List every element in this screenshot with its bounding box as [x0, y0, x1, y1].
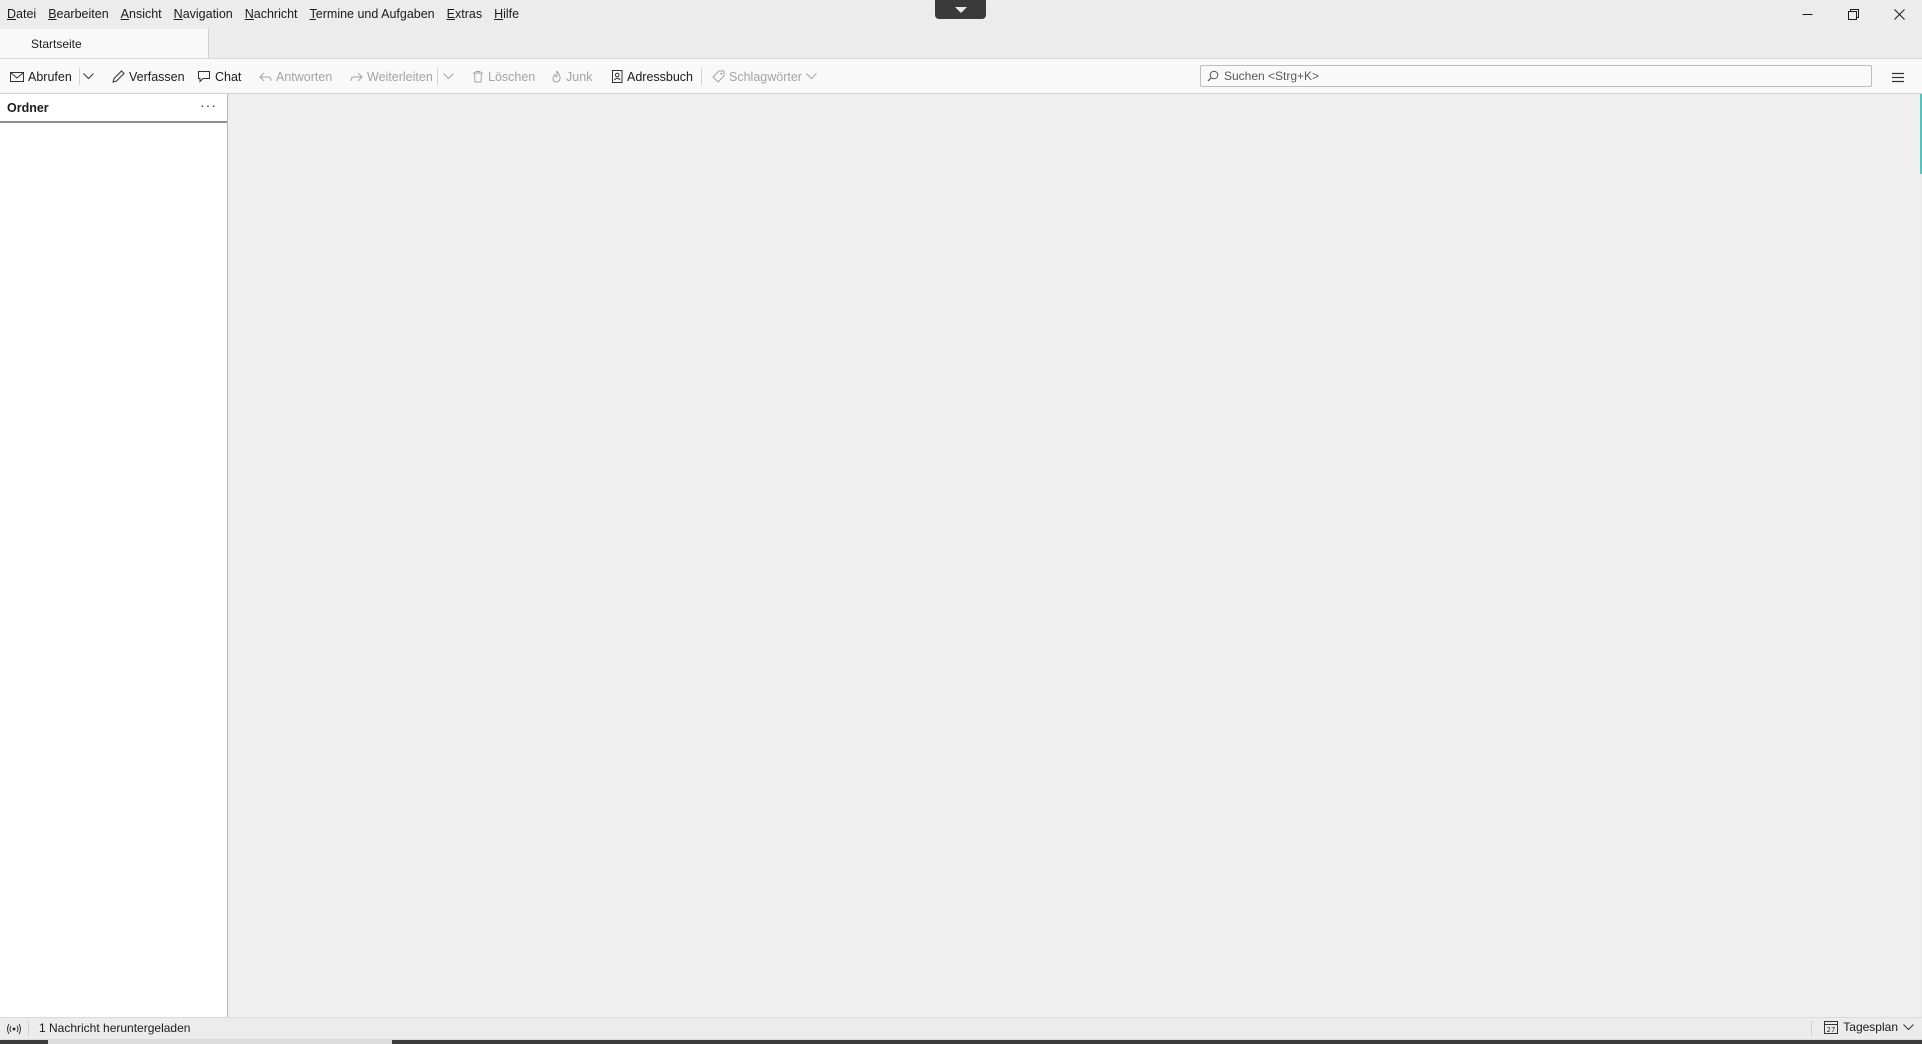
status-message: 1 Nachricht heruntergeladen: [39, 1021, 191, 1035]
minimize-icon: [1802, 9, 1813, 20]
today-pane-label: Tagesplan: [1843, 1020, 1898, 1034]
junk-button[interactable]: Junk: [551, 59, 592, 94]
taskbar-segment: [392, 1040, 1922, 1044]
forward-dropdown[interactable]: [443, 59, 454, 94]
toolbar-divider: [437, 68, 438, 85]
hamburger-menu-icon: [1891, 72, 1905, 83]
reply-icon: [259, 71, 272, 83]
toolbar-divider: [701, 68, 702, 85]
chat-button[interactable]: Chat: [197, 59, 241, 94]
search-box[interactable]: [1200, 65, 1872, 87]
status-divider: [1811, 1021, 1812, 1036]
calendar-icon: 27: [1824, 1020, 1839, 1034]
title-bar: Datei Bearbeiten Ansicht Navigation Nach…: [0, 0, 1922, 28]
tab-home-label: Startseite: [31, 36, 82, 51]
menu-tools[interactable]: Extras: [441, 0, 488, 28]
today-pane-toggle[interactable]: 27 Tagesplan: [1824, 1020, 1914, 1034]
folder-pane-options-button[interactable]: ···: [200, 98, 217, 116]
delete-label: Löschen: [488, 69, 536, 84]
chevron-down-icon: [806, 73, 817, 80]
get-messages-label: Abrufen: [28, 69, 72, 84]
chevron-down-icon: [83, 73, 94, 80]
tags-button[interactable]: Schlagwörter: [712, 59, 817, 94]
status-bar: 1 Nachricht heruntergeladen 27 Tagesplan: [0, 1017, 1922, 1039]
menu-file[interactable]: Datei: [1, 0, 42, 28]
tab-strip: Startseite: [0, 28, 1922, 58]
reply-button[interactable]: Antworten: [259, 59, 332, 94]
chat-bubble-icon: [197, 70, 211, 83]
search-input[interactable]: [1224, 69, 1844, 83]
chat-label: Chat: [215, 69, 242, 84]
junk-flame-icon: [551, 70, 562, 83]
pencil-icon: [112, 70, 125, 83]
menu-help[interactable]: Hilfe: [488, 0, 525, 28]
search-icon: [1207, 70, 1219, 82]
trash-icon: [472, 70, 484, 83]
online-status-icon[interactable]: [6, 1022, 22, 1036]
write-label: Verfassen: [129, 69, 185, 84]
status-divider: [28, 1021, 29, 1036]
menu-edit[interactable]: Bearbeiten: [42, 0, 114, 28]
menu-message[interactable]: Nachricht: [239, 0, 304, 28]
window-controls: [1784, 0, 1922, 28]
forward-label: Weiterleiten: [367, 69, 433, 84]
chevron-down-icon: [954, 6, 968, 14]
get-messages-dropdown[interactable]: [83, 59, 94, 94]
tag-icon: [712, 70, 725, 83]
restore-icon: [1847, 8, 1859, 20]
write-button[interactable]: Verfassen: [112, 59, 185, 94]
folder-pane-header: Ordner ···: [0, 94, 227, 123]
address-book-icon: [611, 70, 623, 83]
envelope-icon: [10, 71, 24, 83]
restore-button[interactable]: [1830, 0, 1876, 28]
close-icon: [1893, 8, 1905, 20]
forward-icon: [350, 71, 363, 83]
mail-toolbar: Abrufen Verfassen Chat Antworten Weiterl…: [0, 58, 1922, 94]
address-book-button[interactable]: Adressbuch: [611, 59, 693, 94]
forward-button[interactable]: Weiterleiten: [350, 59, 433, 94]
chevron-down-icon: [1903, 1023, 1914, 1031]
tags-label: Schlagwörter: [729, 69, 802, 84]
folder-pane-title: Ordner: [7, 100, 49, 115]
screen-overlay-handle[interactable]: [935, 0, 986, 19]
menu-view[interactable]: Ansicht: [115, 0, 168, 28]
get-messages-button[interactable]: Abrufen: [10, 59, 72, 94]
menu-navigation[interactable]: Navigation: [168, 0, 239, 28]
app-menu-button[interactable]: [1884, 66, 1912, 88]
chevron-down-icon: [443, 73, 454, 80]
folder-tree[interactable]: [0, 123, 227, 1016]
minimize-button[interactable]: [1784, 0, 1830, 28]
menu-events-tasks[interactable]: Termine und Aufgaben: [304, 0, 441, 28]
delete-button[interactable]: Löschen: [472, 59, 535, 94]
address-book-label: Adressbuch: [627, 69, 694, 84]
close-button[interactable]: [1876, 0, 1922, 28]
taskbar-segment: [0, 1040, 48, 1044]
svg-text:27: 27: [1827, 1026, 1836, 1034]
toolbar-divider: [79, 68, 80, 85]
junk-label: Junk: [566, 69, 593, 84]
taskbar-edge: [0, 1039, 1922, 1044]
menu-bar: Datei Bearbeiten Ansicht Navigation Nach…: [1, 0, 525, 28]
tab-home[interactable]: Startseite: [0, 29, 209, 58]
start-page-content: [229, 94, 1919, 1017]
folder-pane: Ordner ···: [0, 94, 228, 1017]
reply-label: Antworten: [276, 69, 333, 84]
